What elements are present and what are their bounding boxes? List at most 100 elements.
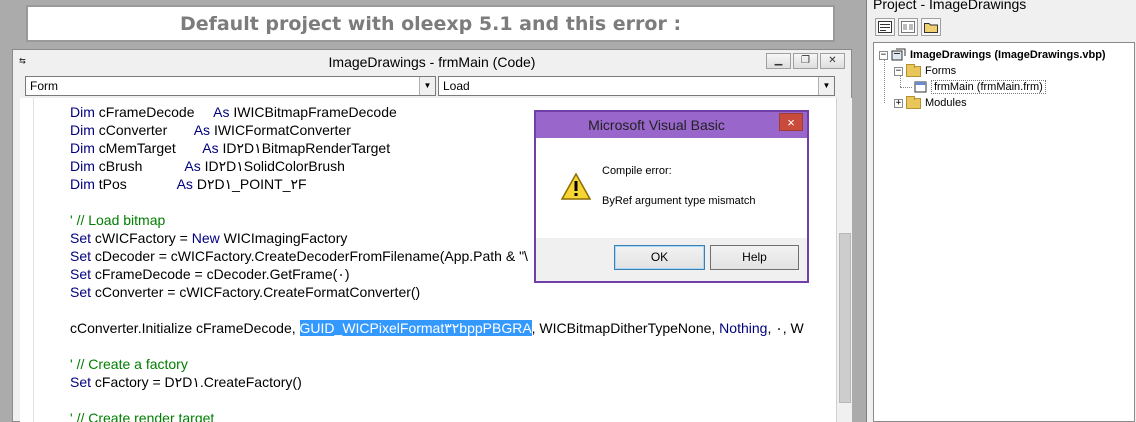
- project-explorer-title: Project - ImageDrawings: [873, 0, 1027, 12]
- code-keyword: New: [191, 230, 220, 246]
- form-icon: [914, 81, 927, 92]
- folder-icon: [906, 63, 921, 77]
- project-explorer: Project - ImageDrawings − ImageDrawings …: [866, 0, 1136, 422]
- selected-text: GUID_WICPixelFormat٣٢bppPBGRA: [299, 320, 532, 336]
- code-token: D٢D١_POINT_٢F: [192, 176, 307, 192]
- object-combo[interactable]: Form ▼: [25, 76, 436, 96]
- project-tree[interactable]: − ImageDrawings (ImageDrawings.vbp) − Fo…: [873, 42, 1135, 422]
- code-keyword: Dim: [70, 140, 95, 156]
- code-token: cDecoder = cWICFactory.CreateDecoderFrom…: [91, 248, 528, 264]
- code-line: [70, 301, 804, 319]
- code-token: WICImagingFactory: [219, 230, 348, 246]
- code-token: tPos: [94, 176, 177, 192]
- tree-node-forms[interactable]: − Forms: [894, 63, 957, 78]
- code-keyword: Set: [70, 230, 92, 246]
- tree-forms-label: Forms: [925, 65, 957, 77]
- tree-project-label: ImageDrawings (ImageDrawings.vbp): [910, 49, 1106, 61]
- dialog-close-button[interactable]: ×: [779, 113, 803, 131]
- project-icon: [891, 48, 906, 61]
- caption-banner: Default project with oleexp 5.1 and this…: [26, 5, 835, 42]
- code-keyword: As: [213, 104, 230, 120]
- toggle-folders-button[interactable]: [921, 18, 941, 36]
- dialog-message-detail: ByRef argument type mismatch: [602, 195, 756, 207]
- code-keyword: Dim: [70, 104, 95, 120]
- code-token: IWICFormatConverter: [210, 122, 351, 138]
- code-line: [70, 391, 804, 409]
- folder-icon: [924, 23, 938, 33]
- code-keyword: Dim: [70, 122, 95, 138]
- code-line: [70, 337, 804, 355]
- procedure-combo[interactable]: Load ▼: [438, 76, 835, 96]
- code-line: ' // Create a factory: [70, 355, 804, 373]
- code-keyword: Set: [70, 266, 92, 282]
- tree-modules-label: Modules: [925, 97, 967, 109]
- view-code-icon: [878, 21, 892, 33]
- tree-node-modules[interactable]: + Modules: [879, 95, 967, 110]
- view-object-icon: [901, 21, 915, 33]
- code-line: ' // Create render target: [70, 409, 804, 422]
- tree-frmmain-label: frmMain (frmMain.frm): [931, 80, 1046, 94]
- close-button[interactable]: ✕: [820, 53, 845, 69]
- procedure-combo-value: Load: [443, 79, 470, 93]
- code-margin: [20, 98, 34, 422]
- code-keyword: Nothing: [719, 320, 768, 336]
- code-token: cFactory = D٢D١.CreateFactory(): [91, 374, 302, 390]
- code-keyword: As: [176, 176, 193, 192]
- code-token: cFrameDecode = cDecoder.GetFrame(٠): [91, 266, 350, 282]
- code-keyword: As: [193, 122, 211, 138]
- tree-node-project[interactable]: − ImageDrawings (ImageDrawings.vbp): [879, 48, 1106, 62]
- code-keyword: Set: [70, 284, 92, 300]
- code-keyword: Set: [70, 248, 92, 264]
- folder-icon: [906, 95, 921, 109]
- tree-node-frmmain[interactable]: frmMain (frmMain.frm): [914, 80, 1046, 94]
- code-comment: ' // Create a factory: [70, 356, 188, 372]
- code-token: cMemTarget: [94, 140, 203, 156]
- code-token: IWICBitmapFrameDecode: [229, 104, 397, 120]
- code-keyword: As: [184, 158, 201, 174]
- error-dialog: Microsoft Visual Basic × Compile error: …: [534, 110, 809, 283]
- code-token: , ٠, W: [767, 320, 804, 336]
- view-object-button[interactable]: [898, 18, 918, 36]
- dialog-message-heading: Compile error:: [602, 165, 672, 177]
- code-token: ID٢D١SolidColorBrush: [200, 158, 345, 174]
- code-keyword: Dim: [70, 176, 95, 192]
- minimize-button[interactable]: ▁: [766, 53, 791, 69]
- code-line: cConverter.Initialize cFrameDecode, GUID…: [70, 319, 804, 337]
- code-token: cBrush: [94, 158, 185, 174]
- code-keyword: As: [202, 140, 219, 156]
- project-toolbar: [875, 18, 941, 36]
- dialog-title: Microsoft Visual Basic: [588, 117, 725, 133]
- caption-text: Default project with oleexp 5.1 and this…: [179, 12, 682, 35]
- code-token: cConverter: [94, 122, 194, 138]
- code-token: cConverter.Initialize cFrameDecode,: [70, 320, 300, 336]
- ok-button[interactable]: OK: [614, 245, 705, 270]
- collapse-icon[interactable]: −: [879, 50, 888, 60]
- code-token: , WICBitmapDitherTypeNone,: [531, 320, 720, 336]
- expand-icon[interactable]: +: [894, 98, 903, 108]
- code-comment: ' // Create render target: [70, 410, 215, 422]
- help-button[interactable]: Help: [710, 245, 799, 270]
- code-window-title: ImageDrawings - frmMain (Code): [328, 54, 536, 70]
- code-line: Set cFactory = D٢D١.CreateFactory(): [70, 373, 804, 391]
- collapse-icon[interactable]: −: [894, 66, 903, 76]
- chevron-down-icon[interactable]: ▼: [818, 77, 834, 95]
- code-keyword: Dim: [70, 158, 95, 174]
- code-comment: ' // Load bitmap: [70, 212, 166, 228]
- code-token: cWICFactory =: [91, 230, 192, 246]
- scrollbar-thumb[interactable]: [839, 233, 851, 403]
- restore-button[interactable]: ❐: [793, 53, 818, 69]
- view-code-button[interactable]: [875, 18, 895, 36]
- code-line: Set cConverter = cWICFactory.CreateForma…: [70, 283, 804, 301]
- chevron-down-icon[interactable]: ▼: [419, 77, 435, 95]
- code-token: ID٢D١BitmapRenderTarget: [218, 140, 391, 156]
- code-window-titlebar[interactable]: ⇆ ImageDrawings - frmMain (Code) ▁ ❐ ✕: [13, 50, 851, 74]
- object-combo-value: Form: [30, 79, 58, 93]
- dialog-body: Compile error: ByRef argument type misma…: [536, 138, 807, 238]
- vertical-scrollbar[interactable]: [836, 98, 852, 422]
- dialog-titlebar[interactable]: Microsoft Visual Basic ×: [536, 112, 807, 138]
- warning-icon: [561, 173, 591, 200]
